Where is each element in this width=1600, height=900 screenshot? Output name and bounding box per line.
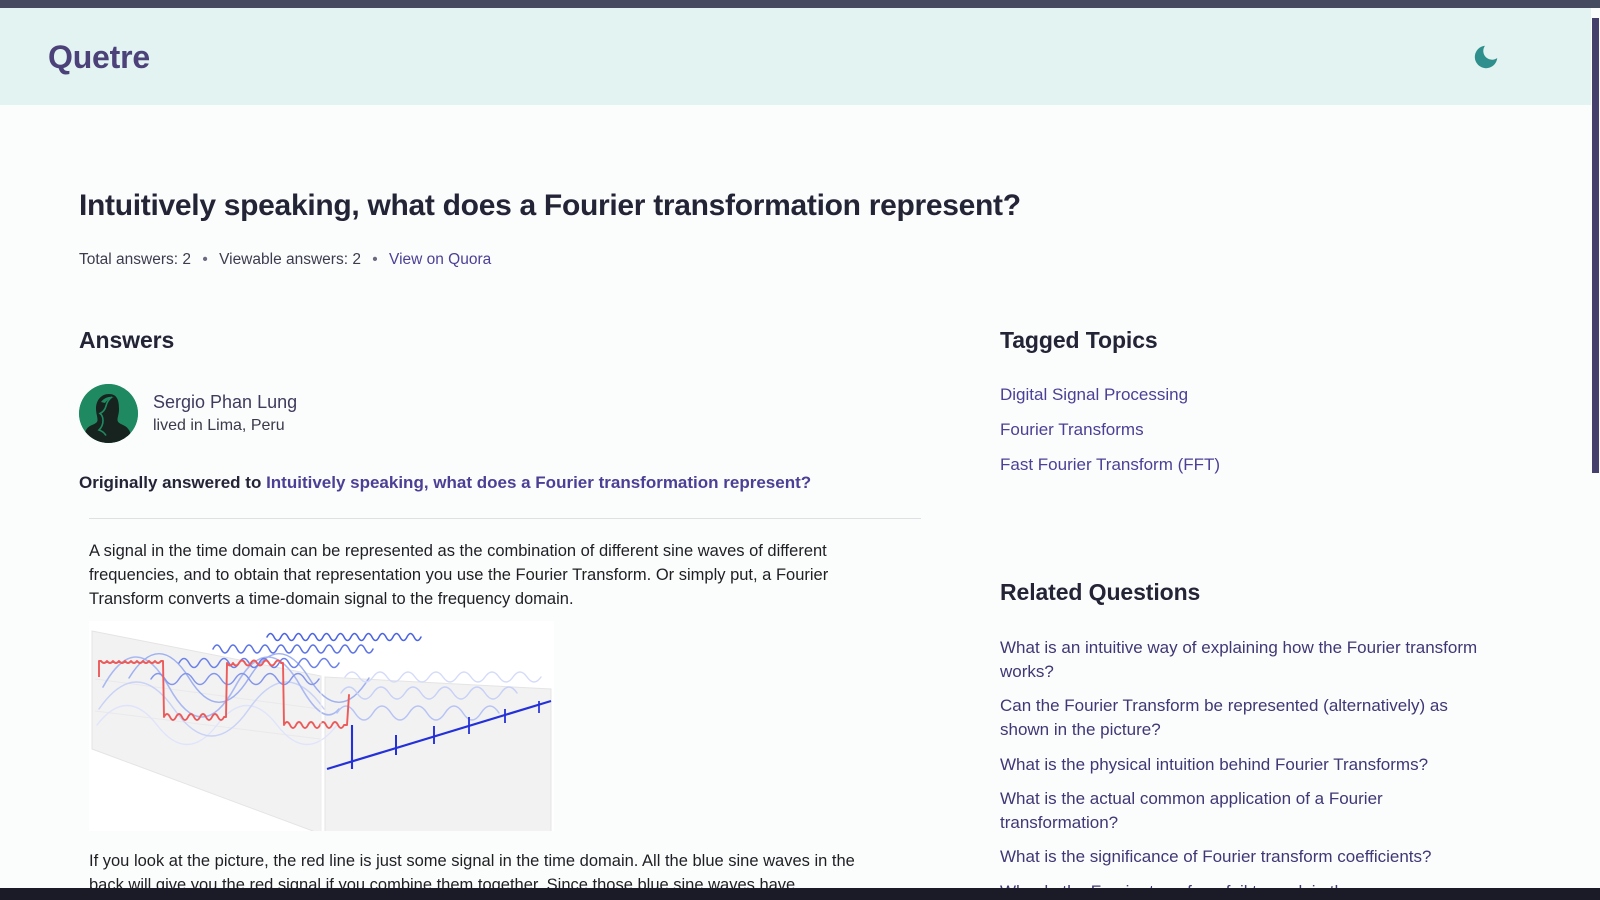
total-answers-count: Total answers: 2 (79, 250, 191, 268)
browser-viewport: Quetre Intuitively speaking, what does a… (0, 0, 1600, 900)
site-logo[interactable]: Quetre (48, 41, 150, 73)
related-questions-list: What is an intuitive way of explaining h… (1000, 636, 1529, 888)
answers-heading: Answers (79, 327, 175, 354)
tagged-topic-item[interactable]: Fast Fourier Transform (FFT) (1000, 454, 1529, 477)
question-meta: Total answers: 2 • Viewable answers: 2 •… (79, 249, 1591, 271)
page-title: Intuitively speaking, what does a Fourie… (79, 189, 1021, 222)
answer-body: A signal in the time domain can be repre… (89, 539, 889, 888)
author-meta: Sergio Phan Lung lived in Lima, Peru (153, 391, 297, 436)
view-on-quora-link[interactable]: View on Quora (389, 251, 491, 268)
related-question-item[interactable]: What is the significance of Fourier tran… (1000, 845, 1500, 869)
related-questions-block: Related Questions What is an intuitive w… (989, 579, 1529, 888)
answer-divider (89, 517, 921, 519)
avatar[interactable] (79, 384, 138, 444)
fourier-diagram-image[interactable] (89, 621, 554, 832)
originally-answered-line: Originally answered to Intuitively speak… (79, 471, 989, 495)
tagged-topic-item[interactable]: Fourier Transforms (1000, 419, 1529, 442)
answer-paragraph-2: If you look at the picture, the red line… (89, 852, 855, 888)
vertical-scrollbar-thumb[interactable] (1592, 18, 1599, 473)
browser-chrome-top-bar (0, 0, 1600, 8)
vertical-scrollbar-track[interactable] (1591, 8, 1600, 888)
answer-author[interactable]: Sergio Phan Lung lived in Lima, Peru (79, 384, 989, 444)
meta-separator-1: • (202, 250, 208, 268)
tagged-topics-heading: Tagged Topics (1000, 327, 1158, 354)
browser-chrome-bottom-bar (0, 888, 1600, 900)
page-body: Intuitively speaking, what does a Fourie… (0, 105, 1591, 888)
sidebar: Tagged Topics Digital Signal Processing … (989, 327, 1529, 888)
site-header: Quetre (0, 8, 1591, 105)
content-columns: Answers Sergio Phan Lung lived in Lima, … (0, 327, 1591, 888)
related-questions-heading: Related Questions (1000, 579, 1201, 605)
author-credential: lived in Lima, Peru (153, 416, 285, 434)
moon-icon-glyph (1474, 45, 1498, 68)
author-name[interactable]: Sergio Phan Lung (153, 391, 297, 414)
answer-paragraph-1: A signal in the time domain can be repre… (89, 541, 829, 609)
related-question-item[interactable]: Can the Fourier Transform be represented… (1000, 694, 1500, 741)
user-avatar-icon (79, 384, 138, 444)
related-question-item[interactable]: What is the physical intuition behind Fo… (1000, 753, 1500, 777)
viewable-answers-count: Viewable answers: 2 (219, 250, 361, 268)
originally-answered-prefix: Originally answered to (79, 473, 262, 493)
related-question-item[interactable]: What is an intuitive way of explaining h… (1000, 636, 1500, 683)
originally-answered-question-link[interactable]: Intuitively speaking, what does a Fourie… (266, 473, 811, 492)
moon-icon[interactable] (1469, 40, 1503, 74)
meta-separator-2: • (372, 250, 378, 268)
related-question-item[interactable]: Why do the Fourier transform fail to wor… (1000, 880, 1500, 888)
tagged-topic-item[interactable]: Digital Signal Processing (1000, 384, 1529, 407)
answers-column: Answers Sergio Phan Lung lived in Lima, … (79, 327, 989, 888)
tagged-topics-list: Digital Signal Processing Fourier Transf… (1000, 384, 1529, 477)
fourier-diagram-svg (89, 621, 554, 832)
related-question-item[interactable]: What is the actual common application of… (1000, 787, 1500, 834)
